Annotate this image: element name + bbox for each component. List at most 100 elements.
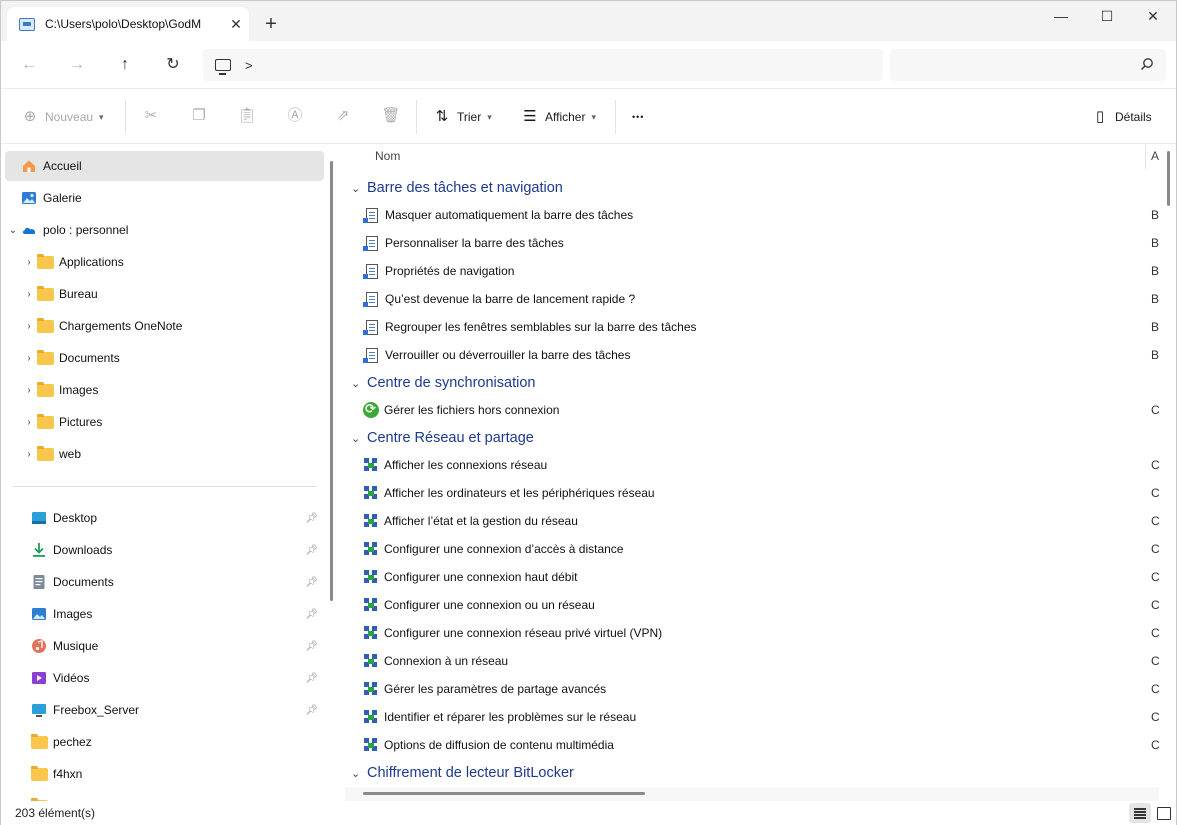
- share-icon[interactable]: ⇗: [333, 106, 353, 126]
- sidebar-item-images[interactable]: Images 📌︎: [31, 599, 324, 629]
- sidebar-item-label: Chargements OneNote: [59, 319, 183, 333]
- control-panel-shortcut-icon: [363, 263, 378, 279]
- list-item[interactable]: Gérer les paramètres de partage avancés …: [363, 675, 1159, 703]
- control-panel-shortcut-icon: [363, 291, 378, 307]
- chevron-right-icon[interactable]: ›: [21, 353, 37, 364]
- list-item[interactable]: Qu’est devenue la barre de lancement rap…: [363, 285, 1159, 313]
- chevron-right-icon[interactable]: ›: [21, 321, 37, 332]
- column-separator[interactable]: [1145, 145, 1146, 169]
- details-view-icon[interactable]: [1129, 803, 1151, 823]
- chevron-down-icon[interactable]: ⌄: [5, 225, 21, 236]
- group-header[interactable]: ⌄ Centre Réseau et partage: [351, 426, 534, 450]
- sidebar-item-home[interactable]: Accueil: [5, 151, 324, 181]
- copy-icon[interactable]: ❐: [189, 106, 209, 126]
- chevron-right-icon[interactable]: ›: [21, 385, 37, 396]
- column-header-a[interactable]: A: [1151, 149, 1159, 163]
- list-item[interactable]: Propriétés de navigation B: [363, 257, 1159, 285]
- list-item[interactable]: Configurer une connexion haut débit C: [363, 563, 1159, 591]
- sidebar-item-folder[interactable]: › Documents: [21, 343, 324, 373]
- sidebar-item-partial[interactable]: [31, 791, 324, 801]
- item-column-a: B: [1151, 264, 1159, 278]
- sidebar-item-folder[interactable]: › web: [21, 439, 324, 469]
- rename-icon[interactable]: Ⓐ: [285, 106, 305, 126]
- cut-icon[interactable]: ✂: [141, 106, 161, 126]
- sidebar-item-f4hxn[interactable]: f4hxn: [31, 759, 324, 789]
- refresh-icon[interactable]: ↻: [159, 51, 187, 79]
- tab-close-icon[interactable]: ✕: [223, 16, 249, 33]
- network-center-icon: [363, 653, 379, 669]
- address-bar[interactable]: >: [203, 49, 883, 81]
- maximize-button[interactable]: ☐: [1084, 1, 1130, 33]
- search-input[interactable]: [890, 49, 1166, 81]
- new-button[interactable]: ⊕ Nouveau ▾: [21, 104, 104, 130]
- pin-icon[interactable]: 📌︎: [305, 673, 318, 684]
- horizontal-scrollbar-thumb[interactable]: [363, 792, 645, 795]
- sort-button[interactable]: ⇅ Trier ▾: [433, 104, 492, 130]
- paste-icon[interactable]: 📋︎: [237, 106, 257, 126]
- sidebar-item-folder[interactable]: › Images: [21, 375, 324, 405]
- list-item[interactable]: Afficher les connexions réseau C: [363, 451, 1159, 479]
- sidebar-item-folder[interactable]: › Bureau: [21, 279, 324, 309]
- list-item[interactable]: Afficher l’état et la gestion du réseau …: [363, 507, 1159, 535]
- sidebar-item-onedrive[interactable]: ⌄ polo : personnel: [5, 215, 324, 245]
- pin-icon[interactable]: 📌︎: [305, 641, 318, 652]
- list-item[interactable]: Configurer une connexion ou un réseau C: [363, 591, 1159, 619]
- list-item[interactable]: Regrouper les fenêtres semblables sur la…: [363, 313, 1159, 341]
- list-item[interactable]: Personnaliser la barre des tâches B: [363, 229, 1159, 257]
- list-item[interactable]: Configurer une connexion d’accès à dista…: [363, 535, 1159, 563]
- group-header[interactable]: ⌄ Chiffrement de lecteur BitLocker: [351, 761, 574, 785]
- list-item[interactable]: Options de diffusion de contenu multiméd…: [363, 731, 1159, 759]
- sidebar-item-downloads[interactable]: Downloads 📌︎: [31, 535, 324, 565]
- group-header[interactable]: ⌄ Barre des tâches et navigation: [351, 176, 563, 200]
- list-item[interactable]: Connexion à un réseau C: [363, 647, 1159, 675]
- delete-icon[interactable]: 🗑︎: [381, 106, 401, 126]
- sidebar-item-folder[interactable]: › Applications: [21, 247, 324, 277]
- minimize-button[interactable]: —: [1038, 1, 1084, 33]
- sidebar-item-videos[interactable]: Vidéos 📌︎: [31, 663, 324, 693]
- tiles-view-icon[interactable]: [1153, 803, 1175, 823]
- pin-icon[interactable]: 📌︎: [305, 577, 318, 588]
- sidebar-item-freebox-server[interactable]: Freebox_Server 📌︎: [31, 695, 324, 725]
- list-item[interactable]: Afficher les ordinateurs et les périphér…: [363, 479, 1159, 507]
- sidebar-scrollbar[interactable]: [330, 161, 333, 601]
- new-tab-button[interactable]: +: [257, 10, 285, 38]
- column-header-name[interactable]: Nom: [375, 149, 400, 163]
- back-arrow-icon[interactable]: ←: [15, 51, 43, 79]
- sidebar-item-folder[interactable]: › Chargements OneNote: [21, 311, 324, 341]
- sidebar-item-documents[interactable]: Documents 📌︎: [31, 567, 324, 597]
- chevron-right-icon[interactable]: ›: [21, 449, 37, 460]
- tab-current-folder[interactable]: C:\Users\polo\Desktop\GodM ✕: [7, 7, 249, 41]
- list-item[interactable]: Identifier et réparer les problèmes sur …: [363, 703, 1159, 731]
- view-button[interactable]: ☰ Afficher ▾: [521, 104, 596, 130]
- group-header[interactable]: ⌄ Centre de synchronisation: [351, 371, 535, 395]
- group-title: Barre des tâches et navigation: [367, 180, 563, 196]
- folder-icon: [31, 733, 48, 749]
- close-window-button[interactable]: ✕: [1130, 1, 1176, 33]
- sidebar-item-desktop[interactable]: Desktop 📌︎: [31, 503, 324, 533]
- sync-center-icon: [363, 401, 379, 418]
- pin-icon[interactable]: 📌︎: [305, 705, 318, 716]
- list-item[interactable]: Verrouiller ou déverrouiller la barre de…: [363, 341, 1159, 369]
- pin-icon[interactable]: 📌︎: [305, 513, 318, 524]
- sidebar-item-gallery[interactable]: Galerie: [5, 183, 324, 213]
- list-item[interactable]: Gérer les fichiers hors connexion C: [363, 396, 1159, 424]
- sidebar-item-pechez[interactable]: pechez: [31, 727, 324, 757]
- sidebar-item-music[interactable]: Musique 📌︎: [31, 631, 324, 661]
- forward-arrow-icon[interactable]: →: [63, 51, 91, 79]
- pin-icon[interactable]: 📌︎: [305, 609, 318, 620]
- pin-icon[interactable]: 📌︎: [305, 545, 318, 556]
- up-arrow-icon[interactable]: ↑: [111, 51, 139, 79]
- chevron-right-icon[interactable]: ›: [21, 289, 37, 300]
- item-name: Configurer une connexion d’accès à dista…: [384, 542, 624, 556]
- item-column-a: C: [1151, 514, 1159, 528]
- breadcrumb-chevron-icon[interactable]: >: [245, 58, 253, 73]
- more-options-button[interactable]: •••: [632, 104, 644, 130]
- item-name: Configurer une connexion haut débit: [384, 570, 578, 584]
- list-item[interactable]: Configurer une connexion réseau privé vi…: [363, 619, 1159, 647]
- vertical-scrollbar[interactable]: [1167, 151, 1170, 206]
- details-pane-button[interactable]: ▯ Détails: [1091, 104, 1152, 130]
- chevron-right-icon[interactable]: ›: [21, 257, 37, 268]
- sidebar-item-folder[interactable]: › Pictures: [21, 407, 324, 437]
- list-item[interactable]: Masquer automatiquement la barre des tâc…: [363, 201, 1159, 229]
- chevron-right-icon[interactable]: ›: [21, 417, 37, 428]
